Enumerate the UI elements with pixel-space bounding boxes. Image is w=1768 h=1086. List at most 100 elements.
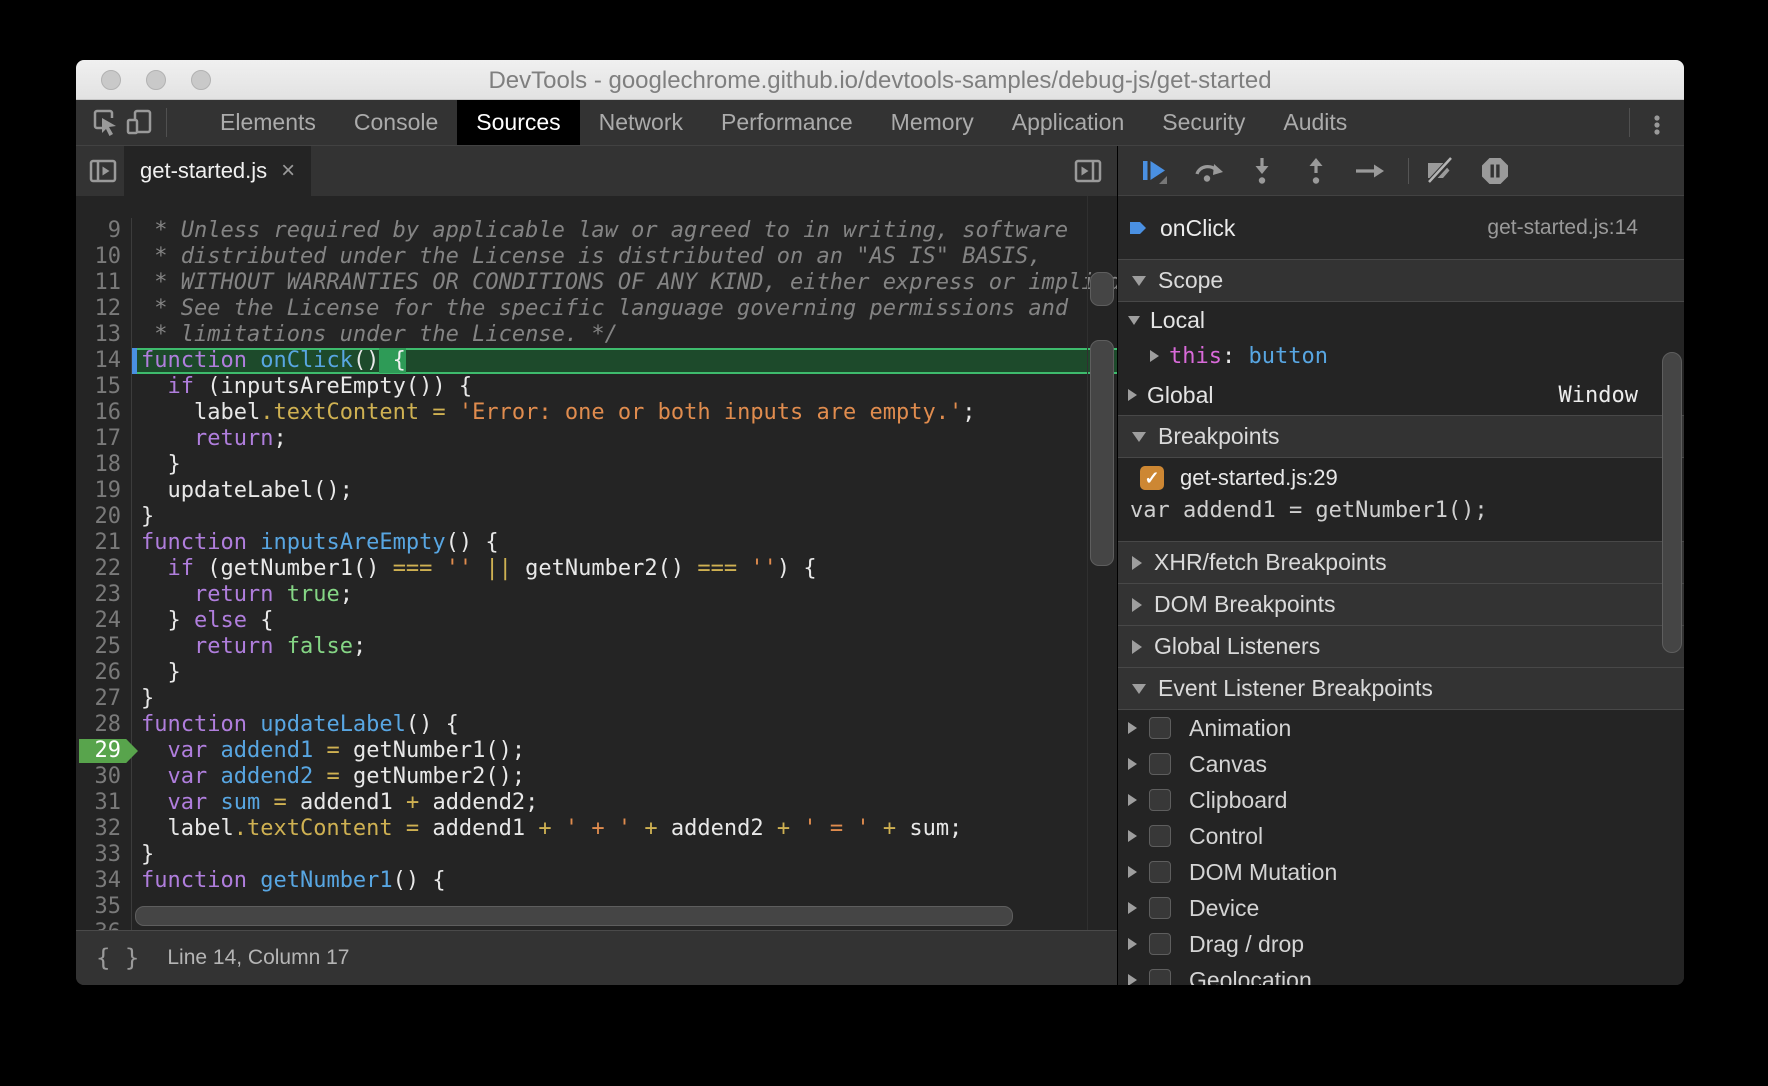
elb-checkbox[interactable]: [1149, 717, 1171, 739]
line-number-28[interactable]: 28: [76, 712, 132, 738]
line-number-10[interactable]: 10: [76, 244, 132, 270]
line-number-14[interactable]: 14: [76, 348, 132, 374]
line-number-13[interactable]: 13: [76, 322, 132, 348]
elb-item-geolocation[interactable]: Geolocation: [1118, 962, 1684, 985]
editor-scroll-marker[interactable]: [1090, 272, 1114, 306]
line-number-16[interactable]: 16: [76, 400, 132, 426]
code-line-27[interactable]: 27}: [76, 686, 1117, 712]
step-into-icon[interactable]: [1244, 153, 1280, 189]
code-line-34[interactable]: 34function getNumber1() {: [76, 868, 1117, 894]
code-line-33[interactable]: 33}: [76, 842, 1117, 868]
code-line-31[interactable]: 31 var sum = addend1 + addend2;: [76, 790, 1117, 816]
tab-security[interactable]: Security: [1143, 100, 1264, 145]
code-line-19[interactable]: 19 updateLabel();: [76, 478, 1117, 504]
tab-console[interactable]: Console: [335, 100, 457, 145]
scope-local-row[interactable]: Local: [1118, 302, 1684, 338]
line-number-34[interactable]: 34: [76, 868, 132, 894]
line-number-24[interactable]: 24: [76, 608, 132, 634]
code-line-14[interactable]: 14function onClick() {: [76, 348, 1117, 374]
more-options-icon[interactable]: [1640, 105, 1674, 145]
tab-elements[interactable]: Elements: [201, 100, 335, 145]
line-number-26[interactable]: 26: [76, 660, 132, 686]
line-number-18[interactable]: 18: [76, 452, 132, 478]
elb-item-control[interactable]: Control: [1118, 818, 1684, 854]
code-line-28[interactable]: 28function updateLabel() {: [76, 712, 1117, 738]
elb-item-device[interactable]: Device: [1118, 890, 1684, 926]
code-line-20[interactable]: 20}: [76, 504, 1117, 530]
line-number-22[interactable]: 22: [76, 556, 132, 582]
show-navigator-icon[interactable]: [86, 154, 120, 188]
pause-on-exceptions-icon[interactable]: [1477, 153, 1513, 189]
device-toolbar-icon[interactable]: [122, 105, 156, 139]
elb-item-animation[interactable]: Animation: [1118, 710, 1684, 746]
sidebar-scroll-thumb[interactable]: [1662, 352, 1682, 653]
close-tab-icon[interactable]: ×: [281, 157, 295, 185]
step-over-icon[interactable]: [1190, 153, 1226, 189]
line-number-30[interactable]: 30: [76, 764, 132, 790]
scope-this-row[interactable]: this: button: [1118, 338, 1684, 374]
elb-checkbox[interactable]: [1149, 897, 1171, 919]
code-line-18[interactable]: 18 }: [76, 452, 1117, 478]
code-line-21[interactable]: 21function inputsAreEmpty() {: [76, 530, 1117, 556]
editor-horizontal-scroll-thumb[interactable]: [135, 906, 1013, 926]
tab-audits[interactable]: Audits: [1264, 100, 1366, 145]
breakpoint-entry[interactable]: ✓ get-started.js:29: [1118, 458, 1684, 498]
code-line-23[interactable]: 23 return true;: [76, 582, 1117, 608]
code-line-32[interactable]: 32 label.textContent = addend1 + ' + ' +…: [76, 816, 1117, 842]
elb-checkbox[interactable]: [1149, 753, 1171, 775]
line-number-32[interactable]: 32: [76, 816, 132, 842]
file-tab-get-started-js[interactable]: get-started.js ×: [124, 146, 311, 196]
line-number-15[interactable]: 15: [76, 374, 132, 400]
code-line-22[interactable]: 22 if (getNumber1() === '' || getNumber2…: [76, 556, 1117, 582]
breakpoint-checkbox[interactable]: ✓: [1140, 466, 1164, 490]
breakpoints-section-header[interactable]: Breakpoints: [1118, 415, 1684, 458]
code-line-15[interactable]: 15 if (inputsAreEmpty()) {: [76, 374, 1117, 400]
line-number-29[interactable]: 29: [76, 738, 132, 764]
tab-sources[interactable]: Sources: [457, 100, 579, 145]
line-number-21[interactable]: 21: [76, 530, 132, 556]
code-line-13[interactable]: 13 * limitations under the License. */: [76, 322, 1117, 348]
elb-item-clipboard[interactable]: Clipboard: [1118, 782, 1684, 818]
elb-item-drag-drop[interactable]: Drag / drop: [1118, 926, 1684, 962]
code-line-26[interactable]: 26 }: [76, 660, 1117, 686]
line-number-11[interactable]: 11: [76, 270, 132, 296]
step-icon[interactable]: [1352, 153, 1388, 189]
code-line-29[interactable]: 29 var addend1 = getNumber1();: [76, 738, 1117, 764]
code-line-25[interactable]: 25 return false;: [76, 634, 1117, 660]
line-number-12[interactable]: 12: [76, 296, 132, 322]
event-listener-breakpoints-header[interactable]: Event Listener Breakpoints: [1118, 667, 1684, 710]
line-number-9[interactable]: 9: [76, 218, 132, 244]
section-global-listeners[interactable]: Global Listeners: [1118, 625, 1684, 668]
deactivate-breakpoints-icon[interactable]: [1423, 153, 1459, 189]
scope-global-row[interactable]: Global Window: [1118, 374, 1684, 416]
inspect-element-icon[interactable]: [88, 105, 122, 139]
line-number-17[interactable]: 17: [76, 426, 132, 452]
code-line-17[interactable]: 17 return;: [76, 426, 1117, 452]
resume-script-icon[interactable]: [1136, 153, 1172, 189]
step-out-icon[interactable]: [1298, 153, 1334, 189]
code-line-30[interactable]: 30 var addend2 = getNumber2();: [76, 764, 1117, 790]
line-number-20[interactable]: 20: [76, 504, 132, 530]
tab-memory[interactable]: Memory: [872, 100, 993, 145]
code-editor[interactable]: 9 * Unless required by applicable law or…: [76, 196, 1117, 930]
section-dom-breakpoints[interactable]: DOM Breakpoints: [1118, 583, 1684, 626]
elb-checkbox[interactable]: [1149, 969, 1171, 985]
code-line-24[interactable]: 24 } else {: [76, 608, 1117, 634]
code-line-12[interactable]: 12 * See the License for the specific la…: [76, 296, 1117, 322]
elb-item-dom-mutation[interactable]: DOM Mutation: [1118, 854, 1684, 890]
line-number-27[interactable]: 27: [76, 686, 132, 712]
show-debugger-sidebar-icon[interactable]: [1071, 154, 1105, 188]
code-line-9[interactable]: 9 * Unless required by applicable law or…: [76, 218, 1117, 244]
elb-checkbox[interactable]: [1149, 789, 1171, 811]
line-number-31[interactable]: 31: [76, 790, 132, 816]
line-number-36[interactable]: 36: [76, 920, 132, 930]
code-line-11[interactable]: 11 * WITHOUT WARRANTIES OR CONDITIONS OF…: [76, 270, 1117, 296]
pretty-print-icon[interactable]: { }: [96, 944, 139, 972]
breakpoint-source-line[interactable]: var addend1 = getNumber1();: [1118, 498, 1684, 542]
tab-application[interactable]: Application: [993, 100, 1144, 145]
tab-network[interactable]: Network: [580, 100, 702, 145]
elb-item-canvas[interactable]: Canvas: [1118, 746, 1684, 782]
code-line-10[interactable]: 10 * distributed under the License is di…: [76, 244, 1117, 270]
elb-checkbox[interactable]: [1149, 933, 1171, 955]
code-line-16[interactable]: 16 label.textContent = 'Error: one or bo…: [76, 400, 1117, 426]
